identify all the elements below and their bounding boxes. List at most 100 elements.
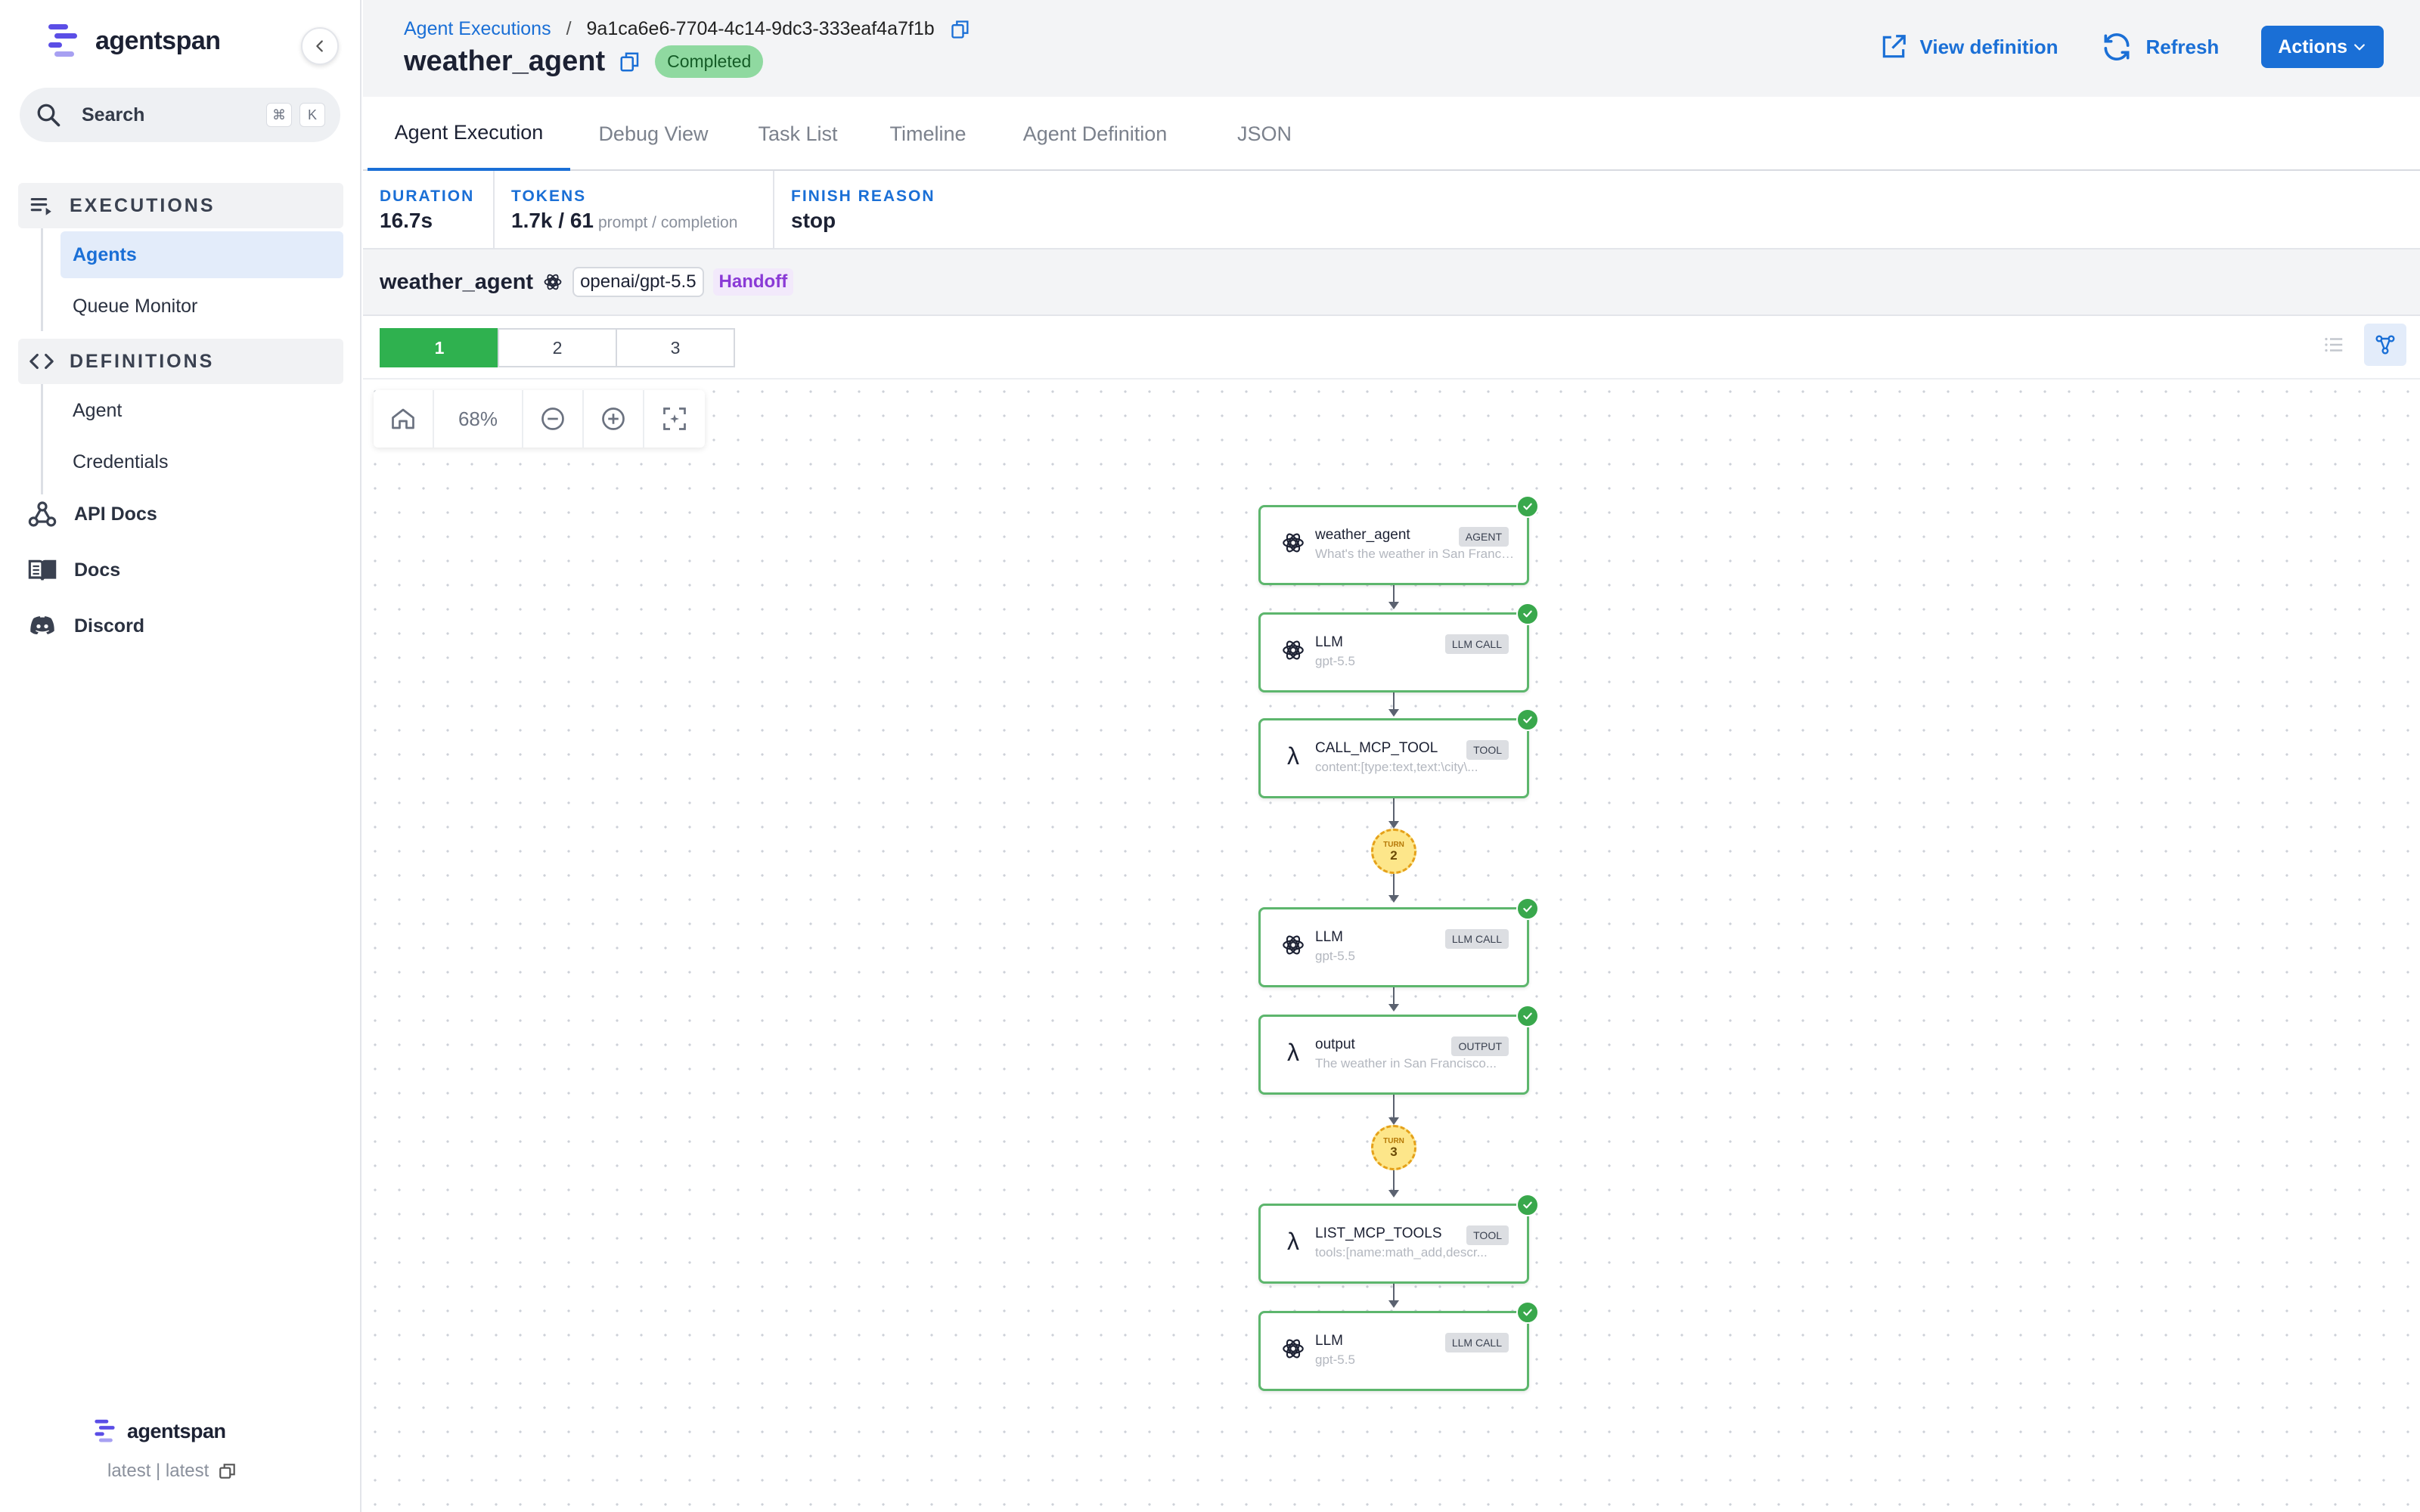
graph-canvas[interactable]: 68% weather_agent What's the weather in …: [363, 378, 2420, 1512]
fit-home-button[interactable]: [374, 390, 434, 448]
nav-section-executions[interactable]: EXECUTIONS: [18, 183, 343, 228]
graph-node-output[interactable]: λ output The weather in San Francisco...…: [1258, 1005, 1539, 1095]
tab-task-list[interactable]: Task List: [741, 97, 855, 171]
copy-icon[interactable]: [619, 51, 641, 73]
node-type-badge: LLM CALL: [1444, 1333, 1509, 1352]
graph-edge-arrow: [1388, 709, 1399, 717]
view-definition-button[interactable]: View definition: [1879, 33, 2059, 61]
nav-section-definitions[interactable]: DEFINITIONS: [18, 339, 343, 384]
copy-icon[interactable]: [950, 19, 971, 40]
node-type-badge: TOOL: [1466, 740, 1509, 760]
view-toggle: [2313, 324, 2406, 366]
graph-node-llm[interactable]: LLM gpt-5.5 LLM CALL: [1258, 1301, 1539, 1391]
turn-marker-label: TURN: [1383, 840, 1404, 849]
graph-node-weather-agent[interactable]: weather_agent What's the weather in San …: [1258, 495, 1539, 585]
metric-tokens: TOKENS 1.7k / 61 prompt / completion: [495, 171, 774, 249]
nav-tree-line: [41, 228, 43, 331]
turn-marker-number: 3: [1390, 1144, 1398, 1159]
breadcrumb-agent-executions[interactable]: Agent Executions: [404, 18, 551, 40]
metrics-bar: DURATION 16.7s TOKENS 1.7k / 61 prompt /…: [363, 171, 2420, 249]
search-button[interactable]: Search ⌘ K: [20, 88, 340, 142]
sidebar-item-api-docs[interactable]: API Docs: [27, 491, 345, 537]
openai-icon: [544, 274, 562, 290]
page-header: Agent Executions / 9a1ca6e6-7704-4c14-9d…: [363, 0, 2420, 97]
turn-tab-1[interactable]: 1: [380, 328, 499, 367]
node-type-badge: AGENT: [1458, 527, 1509, 547]
graph-edge: [1393, 798, 1395, 823]
lambda-icon: λ: [1287, 1227, 1299, 1255]
graph-edge: [1393, 692, 1395, 711]
search-icon: [37, 104, 60, 127]
search-label: Search: [82, 104, 145, 125]
graph-edge-arrow: [1388, 1190, 1399, 1198]
sidebar-item-docs[interactable]: Docs: [27, 547, 345, 593]
node-subtitle: gpt-5.5: [1315, 949, 1355, 963]
sidebar-item-agents[interactable]: Agents: [60, 231, 343, 278]
copy-icon[interactable]: [218, 1461, 237, 1481]
tab-timeline[interactable]: Timeline: [871, 97, 985, 171]
chevron-left-icon: [316, 40, 323, 52]
shortcut-key-cmd: ⌘: [266, 103, 292, 127]
sidebar-item-credentials[interactable]: Credentials: [60, 438, 343, 485]
version-info: latest | latest: [107, 1461, 237, 1482]
nav-tree-line: [41, 384, 43, 494]
node-title: LLM: [1315, 1333, 1343, 1349]
zoom-level: 68%: [434, 390, 523, 448]
zoom-in-button[interactable]: [584, 390, 644, 448]
list-icon: [2325, 337, 2343, 352]
openai-icon: [1279, 528, 1308, 557]
handoff-tag: Handoff: [712, 268, 794, 296]
check-icon: [1516, 1194, 1539, 1216]
breadcrumb-separator: /: [566, 18, 572, 39]
webhook-icon: [28, 501, 57, 527]
turn-tab-2[interactable]: 2: [498, 328, 617, 367]
collapse-sidebar-button[interactable]: [301, 27, 339, 65]
refresh-button[interactable]: Refresh: [2100, 30, 2219, 64]
graph-edge-arrow: [1388, 895, 1399, 903]
sidebar-item-queue-monitor[interactable]: Queue Monitor: [60, 283, 343, 330]
check-icon: [1516, 1005, 1539, 1027]
view-definition-label: View definition: [1919, 35, 2059, 58]
metric-value: 1.7k / 61: [511, 209, 594, 232]
tab-json[interactable]: JSON: [1204, 97, 1325, 171]
actions-dropdown-button[interactable]: Actions: [2261, 26, 2384, 68]
metric-value: 16.7s: [380, 209, 433, 232]
zoom-in-icon: [602, 407, 625, 430]
graph-node-call-mcp-tool[interactable]: λ CALL_MCP_TOOL content:[type:text,text:…: [1258, 708, 1539, 798]
node-subtitle: tools:[name:math_add,descr...: [1315, 1245, 1488, 1259]
chevron-down-icon: [2354, 44, 2365, 51]
sidebar-item-label: Discord: [74, 615, 145, 637]
app-logo[interactable]: agentspan: [47, 23, 221, 59]
node-type-badge: LLM CALL: [1444, 929, 1509, 949]
agent-name: weather_agent: [380, 269, 534, 294]
graph-view-button[interactable]: [2364, 324, 2406, 366]
turn-tab-3[interactable]: 3: [616, 328, 735, 367]
agent-info-bar: weather_agent openai/gpt-5.5 Handoff: [363, 249, 2420, 316]
version-text: latest | latest: [107, 1461, 209, 1481]
graph-node-llm[interactable]: LLM gpt-5.5 LLM CALL: [1258, 603, 1539, 692]
fit-view-button[interactable]: [644, 390, 705, 448]
metric-label: FINISH REASON: [791, 187, 935, 205]
graph-node-llm[interactable]: LLM gpt-5.5 LLM CALL: [1258, 897, 1539, 987]
list-view-button[interactable]: [2313, 324, 2355, 366]
graph-edge: [1393, 1167, 1395, 1191]
sidebar-item-agent[interactable]: Agent: [60, 387, 343, 434]
header-actions: View definition Refresh Actions: [1879, 26, 2384, 68]
node-title: CALL_MCP_TOOL: [1315, 740, 1438, 756]
node-subtitle: The weather in San Francisco...: [1315, 1056, 1497, 1070]
node-title: weather_agent: [1315, 527, 1410, 543]
tab-debug-view[interactable]: Debug View: [582, 97, 724, 171]
openai-icon: [1279, 931, 1308, 959]
zoom-out-button[interactable]: [523, 390, 584, 448]
turn-marker-label: TURN: [1383, 1136, 1404, 1145]
page-title: weather_agent: [404, 45, 606, 77]
metric-label: TOKENS: [511, 187, 587, 205]
tab-agent-definition[interactable]: Agent Definition: [1004, 97, 1186, 171]
external-link-icon: [1882, 35, 1906, 58]
breadcrumb: Agent Executions / 9a1ca6e6-7704-4c14-9d…: [404, 18, 971, 40]
tab-agent-execution[interactable]: Agent Execution: [368, 97, 570, 171]
code-icon: [29, 353, 54, 370]
graph-node-list-mcp-tools[interactable]: λ LIST_MCP_TOOLS tools:[name:math_add,de…: [1258, 1194, 1539, 1284]
node-subtitle: What's the weather in San Francisco?: [1315, 547, 1515, 561]
sidebar-item-discord[interactable]: Discord: [27, 603, 345, 649]
